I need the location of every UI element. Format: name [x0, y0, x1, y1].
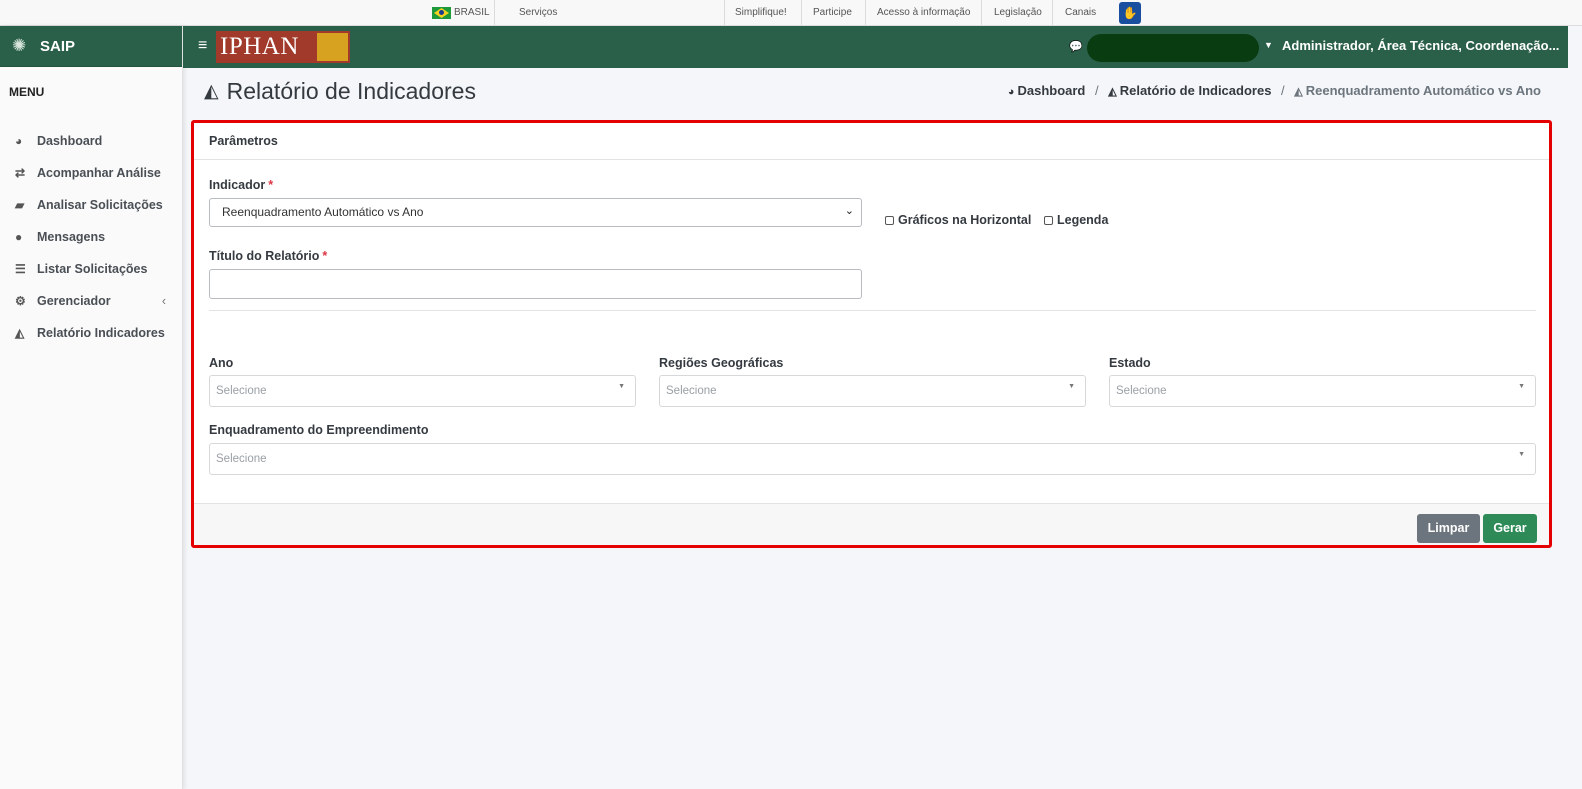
sidebar-item-label: Relatório Indicadores — [37, 326, 165, 340]
gov-simplifique-link[interactable]: Simplifique! — [735, 0, 787, 25]
titulo-label: Título do Relatório * — [209, 249, 328, 263]
sidebar-item-label: Analisar Solicitações — [37, 198, 163, 212]
gov-brasil-link[interactable]: BRASIL — [454, 0, 490, 25]
accessibility-hands-icon[interactable]: ✋ — [1119, 2, 1141, 24]
area-chart-icon: ◭ — [1108, 86, 1117, 98]
iphan-logo-emblem — [317, 33, 348, 61]
sidebar-item-label: Acompanhar Análise — [37, 166, 161, 180]
page-title: ◭ Relatório de Indicadores — [204, 78, 476, 105]
titulo-label-text: Título do Relatório — [209, 249, 320, 263]
chat-icon[interactable]: 💬 — [1069, 40, 1083, 53]
regioes-label: Regiões Geográficas — [659, 356, 784, 370]
iphan-logo[interactable]: IPHAN — [216, 31, 350, 63]
card-footer: Limpar Gerar — [194, 503, 1549, 545]
indicador-label: Indicador * — [209, 178, 274, 192]
area-chart-icon: ◭ — [204, 81, 219, 102]
gov-participe-link[interactable]: Participe — [813, 0, 852, 25]
regioes-select[interactable]: Selecione ▼ — [659, 375, 1086, 407]
caret-down-icon: ▼ — [1068, 383, 1075, 390]
gov-bar: BRASIL Serviços Simplifique! Participe A… — [0, 0, 1582, 26]
checkbox-box[interactable] — [885, 215, 894, 225]
estado-select[interactable]: Selecione ▼ — [1109, 375, 1536, 407]
estado-label: Estado — [1109, 356, 1151, 370]
user-name-redacted[interactable] — [1087, 34, 1259, 62]
sidebar-item-label: Gerenciador — [37, 294, 111, 308]
sidebar-item-listar-solicitacoes[interactable]: ☰ Listar Solicitações — [0, 253, 182, 285]
caret-down-icon: ▼ — [1518, 383, 1525, 390]
cogs-icon: ⚙ — [15, 294, 26, 308]
menu-title: MENU — [9, 85, 45, 99]
breadcrumb-dashboard[interactable]: Dashboard — [1017, 83, 1085, 98]
sidebar-item-analisar-solicitacoes[interactable]: ▰ Analisar Solicitações — [0, 189, 182, 221]
graficos-horizontal-checkbox[interactable]: Gráficos na Horizontal — [885, 213, 1031, 227]
iphan-logo-text: IPHAN — [220, 33, 299, 60]
chevron-left-icon: ‹ — [161, 294, 166, 308]
sidebar-item-label: Dashboard — [37, 134, 103, 148]
brazil-flag-icon — [432, 7, 451, 19]
saip-logo-icon: ✺ — [12, 36, 27, 55]
exchange-icon: ⇄ — [15, 166, 26, 180]
area-chart-icon: ◭ — [1294, 86, 1303, 98]
area-chart-icon: ◭ — [15, 326, 25, 340]
sidebar: ✺ SAIP MENU ◕ Dashboard ⇄ Acompanhar Aná… — [0, 26, 183, 789]
enquadramento-select[interactable]: Selecione ▼ — [209, 443, 1536, 475]
dashboard-icon: ◕ — [15, 134, 23, 148]
sidebar-item-mensagens[interactable]: ● Mensagens — [0, 221, 182, 253]
limpar-button[interactable]: Limpar — [1417, 514, 1480, 543]
list-icon: ☰ — [15, 262, 26, 276]
breadcrumb-current: Reenquadramento Automático vs Ano — [1305, 83, 1541, 98]
book-icon: ▰ — [15, 198, 25, 212]
indicador-select[interactable]: Reenquadramento Automático vs Ano ⌄ — [209, 198, 862, 227]
page-scrollbar[interactable] — [1568, 26, 1582, 789]
gerar-button[interactable]: Gerar — [1483, 514, 1537, 543]
legenda-checkbox[interactable]: Legenda — [1044, 213, 1108, 227]
caret-down-icon: ▼ — [1518, 451, 1525, 458]
hamburger-menu-icon[interactable]: ≡ — [198, 37, 207, 55]
gov-acesso-informacao-link[interactable]: Acesso à informação — [877, 0, 970, 25]
comments-icon: ● — [15, 230, 23, 244]
regioes-placeholder: Selecione — [666, 385, 717, 397]
ano-label: Ano — [209, 356, 234, 370]
card-title: Parâmetros — [194, 123, 1549, 160]
divider — [209, 310, 1536, 311]
sidebar-item-label: Mensagens — [37, 230, 106, 244]
dashboard-icon: ◕ — [1007, 86, 1015, 98]
legenda-label: Legenda — [1057, 213, 1109, 227]
page-title-text: Relatório de Indicadores — [226, 78, 476, 104]
indicador-label-text: Indicador — [209, 178, 266, 192]
checkbox-box[interactable] — [1044, 215, 1053, 225]
estado-placeholder: Selecione — [1116, 385, 1167, 397]
ano-select[interactable]: Selecione ▼ — [209, 375, 636, 407]
gov-servicos-link[interactable]: Serviços — [519, 0, 557, 25]
sidebar-item-acompanhar-analise[interactable]: ⇄ Acompanhar Análise — [0, 157, 182, 189]
user-role[interactable]: Administrador, Área Técnica, Coordenação… — [1282, 38, 1559, 53]
sidebar-item-gerenciador[interactable]: ⚙ Gerenciador ‹ — [0, 285, 182, 317]
parameters-card: Parâmetros Indicador * Reenquadramento Au… — [191, 120, 1552, 548]
ano-placeholder: Selecione — [216, 385, 267, 397]
chevron-down-icon: ⌄ — [844, 205, 854, 217]
caret-down-icon[interactable]: ▼ — [1264, 40, 1273, 50]
gov-canais-link[interactable]: Canais — [1065, 0, 1096, 25]
breadcrumb: ◕ Dashboard / ◭ Relatório de Indicadores /… — [1007, 83, 1541, 98]
sidebar-item-dashboard[interactable]: ◕ Dashboard — [0, 125, 182, 157]
enquadramento-placeholder: Selecione — [216, 453, 267, 465]
indicador-selected-value: Reenquadramento Automático vs Ano — [222, 205, 424, 219]
graficos-horizontal-label: Gráficos na Horizontal — [898, 213, 1032, 227]
breadcrumb-relatorio[interactable]: Relatório de Indicadores — [1120, 83, 1272, 98]
caret-down-icon: ▼ — [618, 383, 625, 390]
top-navbar: ≡ IPHAN 💬 ▼ Administrador, Área Técnica,… — [183, 26, 1582, 68]
titulo-relatorio-input[interactable] — [209, 269, 862, 299]
sidebar-item-label: Listar Solicitações — [37, 262, 148, 276]
enquadramento-label: Enquadramento do Empreendimento — [209, 423, 429, 437]
brand[interactable]: ✺ SAIP — [0, 26, 182, 67]
gov-legislacao-link[interactable]: Legislação — [994, 0, 1042, 25]
brand-name: SAIP — [40, 37, 76, 55]
sidebar-item-relatorio-indicadores[interactable]: ◭ Relatório Indicadores — [0, 317, 182, 349]
